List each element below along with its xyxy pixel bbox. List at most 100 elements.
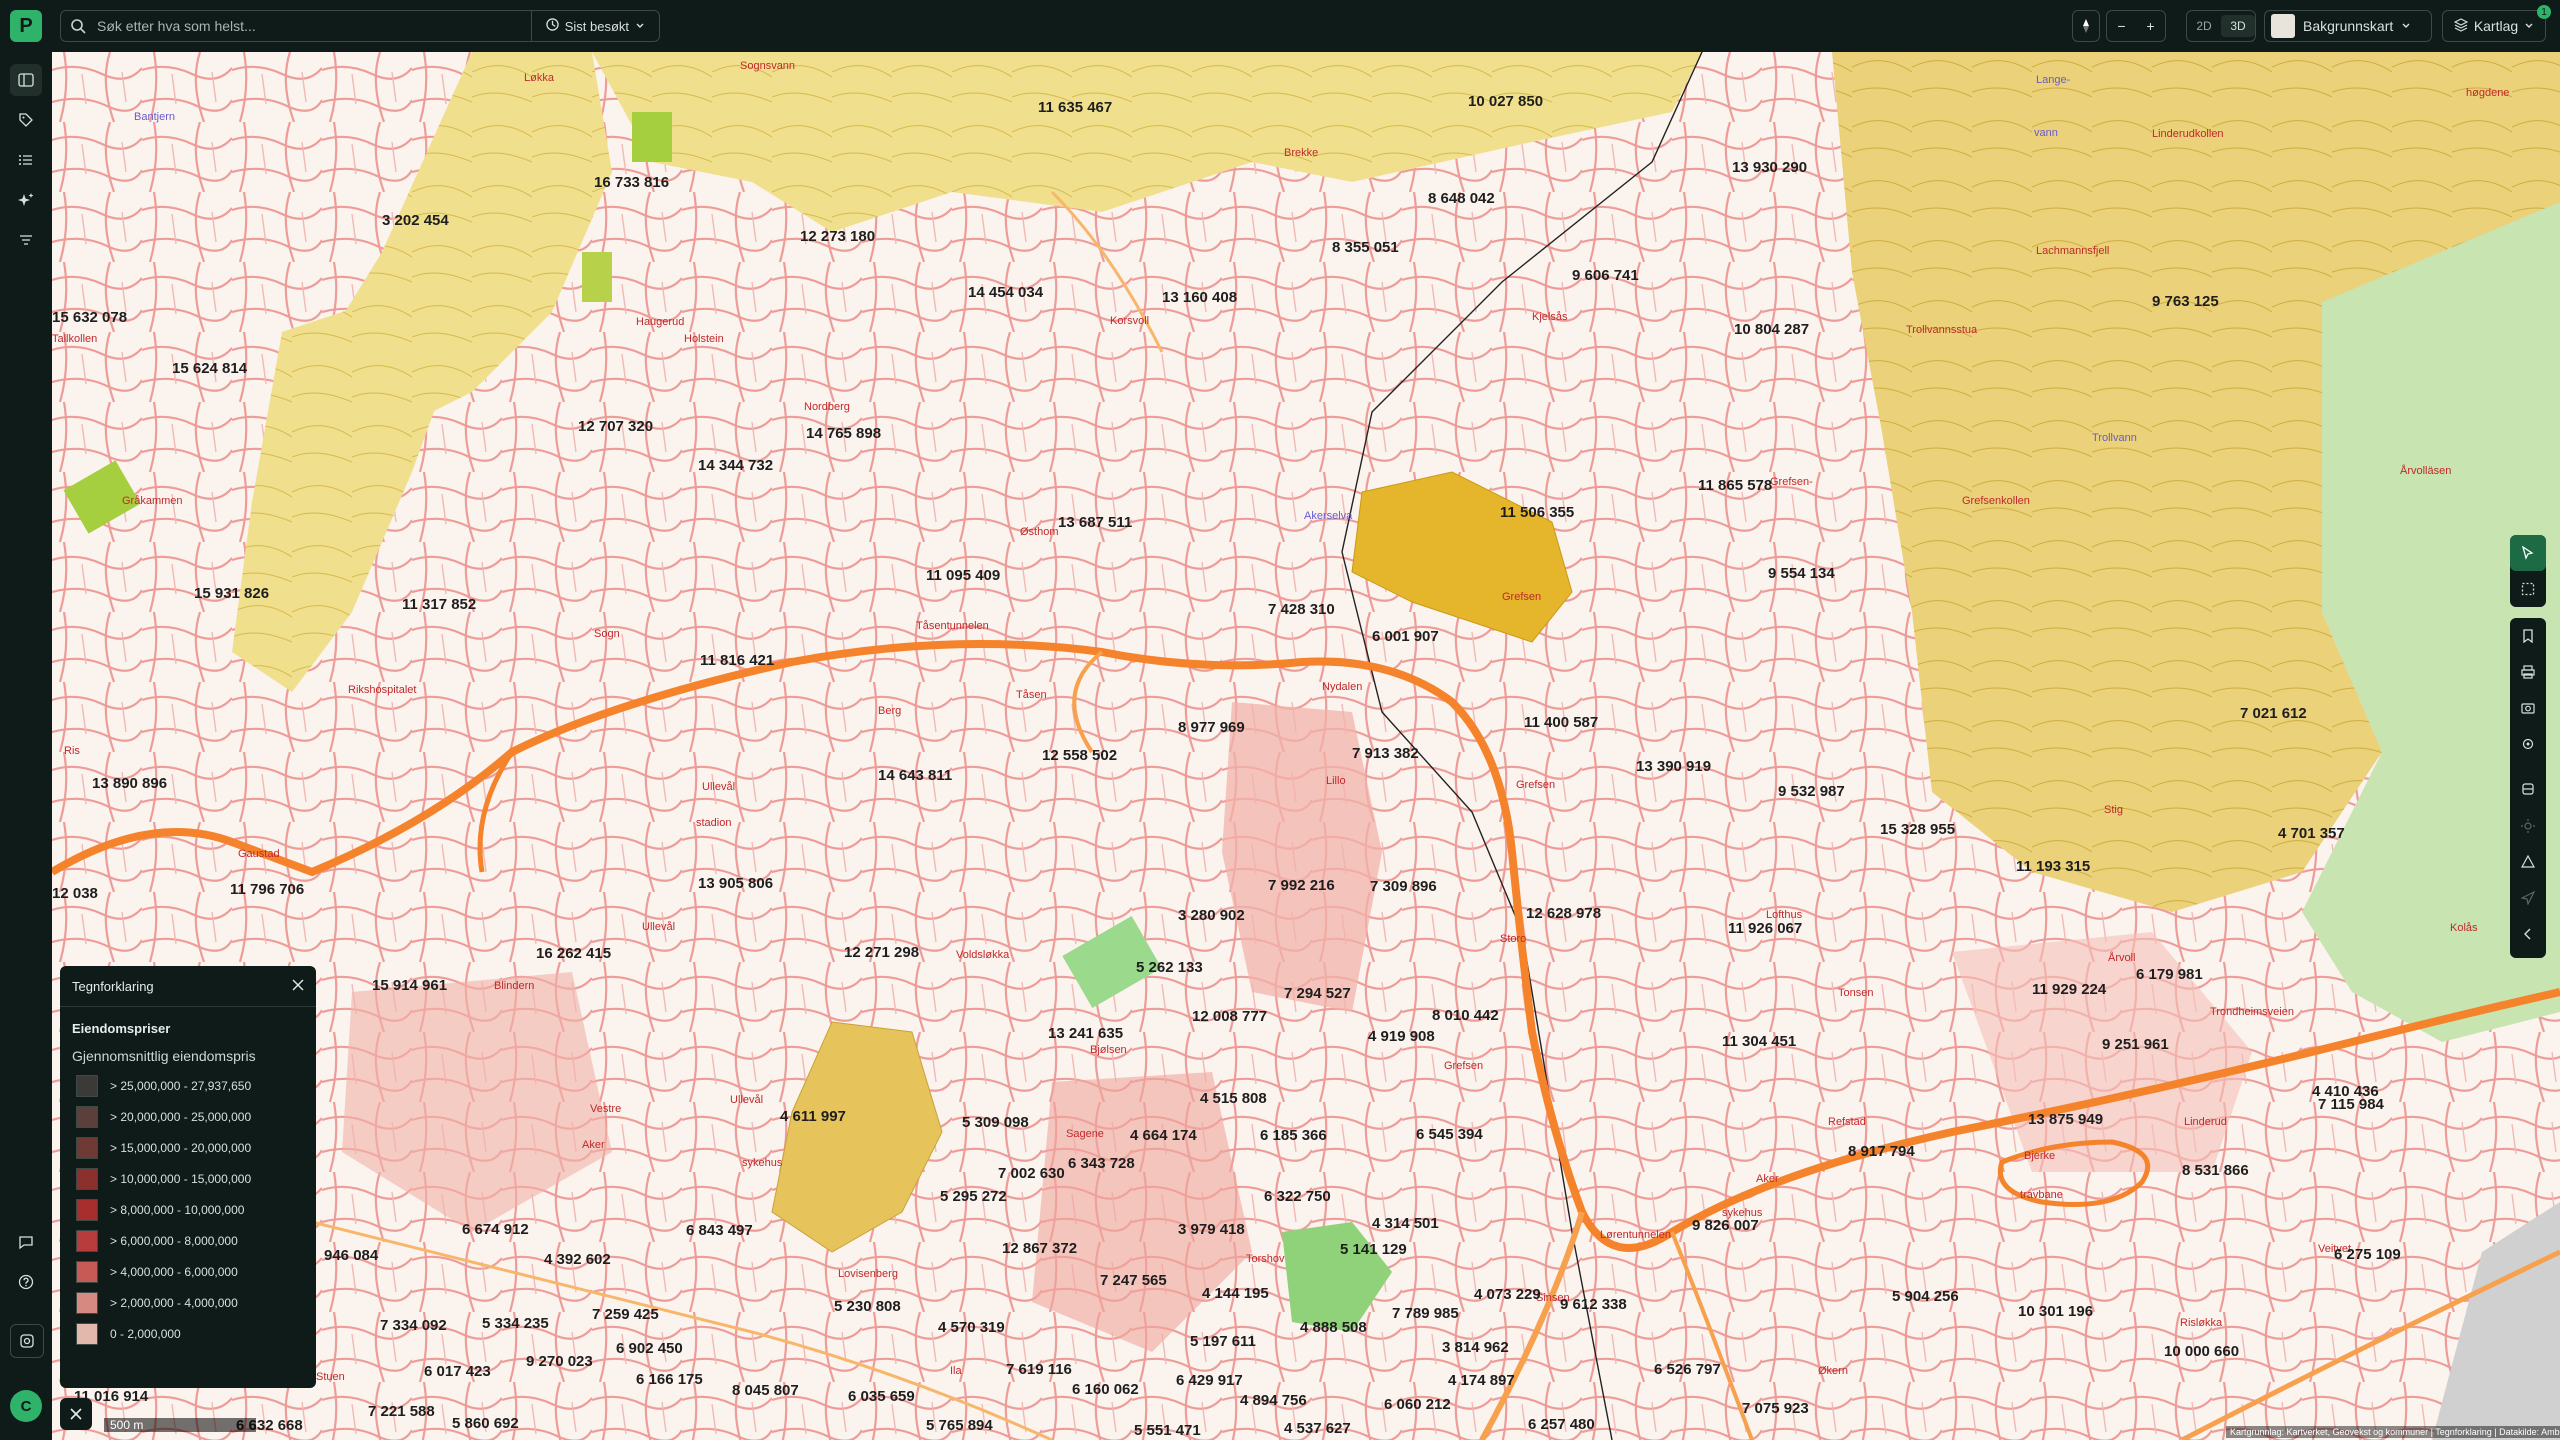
price-label[interactable]: 4 664 174 xyxy=(1130,1127,1197,1144)
price-label[interactable]: 4 894 756 xyxy=(1240,1392,1307,1409)
layers-dropdown[interactable]: Kartlag 1 xyxy=(2442,5,2551,42)
price-label[interactable]: 5 262 133 xyxy=(1136,959,1203,976)
price-label[interactable]: 8 010 442 xyxy=(1432,1007,1499,1024)
price-label[interactable]: 4 570 319 xyxy=(938,1319,1005,1336)
price-label[interactable]: 12 707 320 xyxy=(578,418,653,435)
search-input[interactable] xyxy=(95,17,531,35)
price-label[interactable]: 6 166 175 xyxy=(636,1371,703,1388)
price-label[interactable]: 14 765 898 xyxy=(806,425,881,442)
price-label[interactable]: 8 355 051 xyxy=(1332,239,1399,256)
price-label[interactable]: 12 558 502 xyxy=(1042,747,1117,764)
price-label[interactable]: 946 084 xyxy=(324,1247,378,1264)
price-label[interactable]: 13 875 949 xyxy=(2028,1111,2103,1128)
price-label[interactable]: 5 860 692 xyxy=(452,1415,519,1432)
price-label[interactable]: 10 804 287 xyxy=(1734,321,1809,338)
close-scale-button[interactable] xyxy=(60,1398,92,1430)
price-label[interactable]: 6 035 659 xyxy=(848,1388,915,1405)
price-label[interactable]: 9 270 023 xyxy=(526,1353,593,1370)
price-label[interactable]: 6 343 728 xyxy=(1068,1155,1135,1172)
settings-button[interactable] xyxy=(10,1324,44,1358)
price-label[interactable]: 5 295 272 xyxy=(940,1188,1007,1205)
locate-button[interactable] xyxy=(2510,726,2546,762)
price-label[interactable]: 8 977 969 xyxy=(1178,719,1245,736)
price-label[interactable]: 6 322 750 xyxy=(1264,1188,1331,1205)
price-label[interactable]: 9 763 125 xyxy=(2152,293,2219,310)
map-canvas[interactable]: Løkka Sognsvann Bantjern Lange-vann Linderud… xyxy=(52,52,2560,1440)
price-label[interactable]: 9 532 987 xyxy=(1778,783,1845,800)
price-label[interactable]: 4 174 897 xyxy=(1448,1372,1515,1389)
price-label[interactable]: 11 816 421 xyxy=(700,652,774,669)
user-avatar[interactable]: C xyxy=(10,1390,42,1422)
price-label[interactable]: 5 334 235 xyxy=(482,1315,549,1332)
price-label[interactable]: 13 390 919 xyxy=(1636,758,1711,775)
price-label[interactable]: 13 930 290 xyxy=(1732,159,1807,176)
close-icon[interactable] xyxy=(292,979,304,994)
price-label[interactable]: 9 612 338 xyxy=(1560,1296,1627,1313)
sun-button[interactable] xyxy=(2510,808,2546,844)
price-label[interactable]: 9 554 134 xyxy=(1768,565,1835,582)
app-logo[interactable]: P xyxy=(10,10,42,42)
compass-button[interactable] xyxy=(2072,10,2100,42)
price-label[interactable]: 7 247 565 xyxy=(1100,1272,1167,1289)
price-label[interactable]: 15 328 955 xyxy=(1880,821,1955,838)
price-label[interactable]: 11 095 409 xyxy=(926,567,1000,584)
price-label[interactable]: 13 890 896 xyxy=(92,775,167,792)
price-label[interactable]: 14 344 732 xyxy=(698,457,773,474)
price-label[interactable]: 7 115 984 xyxy=(2318,1096,2384,1113)
basemap-dropdown[interactable]: Bakgrunnskart xyxy=(2264,10,2432,42)
price-label[interactable]: 5 309 098 xyxy=(962,1114,1029,1131)
price-label[interactable]: 5 765 894 xyxy=(926,1417,993,1434)
price-label[interactable]: 6 902 450 xyxy=(616,1340,683,1357)
price-label[interactable]: 14 643 811 xyxy=(878,767,952,784)
print-button[interactable] xyxy=(2510,654,2546,690)
price-label[interactable]: 5 551 471 xyxy=(1134,1422,1201,1439)
price-label[interactable]: 11 865 578 xyxy=(1698,477,1772,494)
price-label[interactable]: 12 038 xyxy=(52,885,98,902)
price-label[interactable]: 6 545 394 xyxy=(1416,1126,1483,1143)
price-label[interactable]: 8 045 807 xyxy=(732,1382,799,1399)
price-label[interactable]: 3 202 454 xyxy=(382,212,449,229)
ai-button[interactable] xyxy=(10,184,42,216)
price-label[interactable]: 7 334 092 xyxy=(380,1317,447,1334)
select-tool-button[interactable] xyxy=(2510,535,2546,571)
mode-2d-button[interactable]: 2D xyxy=(2187,19,2221,33)
price-label[interactable]: 12 867 372 xyxy=(1002,1240,1077,1257)
price-label[interactable]: 5 197 611 xyxy=(1190,1333,1256,1350)
price-label[interactable]: 11 926 067 xyxy=(1728,920,1802,937)
price-label[interactable]: 7 913 382 xyxy=(1352,745,1419,762)
price-label[interactable]: 10 301 196 xyxy=(2018,1303,2093,1320)
recent-dropdown[interactable]: Sist besøkt xyxy=(530,11,659,41)
price-label[interactable]: 13 905 806 xyxy=(698,875,773,892)
price-label[interactable]: 12 628 978 xyxy=(1526,905,1601,922)
screenshot-button[interactable] xyxy=(2510,690,2546,726)
price-label[interactable]: 7 294 527 xyxy=(1284,985,1351,1002)
price-label[interactable]: 5 230 808 xyxy=(834,1298,901,1315)
price-label[interactable]: 11 400 587 xyxy=(1524,714,1598,731)
price-label[interactable]: 12 273 180 xyxy=(800,228,875,245)
vehicle-button[interactable] xyxy=(2510,772,2546,808)
price-label[interactable]: 6 060 212 xyxy=(1384,1396,1451,1413)
price-label[interactable]: 13 687 511 xyxy=(1058,514,1132,531)
area-select-button[interactable] xyxy=(2510,571,2546,607)
price-label[interactable]: 4 888 508 xyxy=(1300,1319,1367,1336)
price-label[interactable]: 7 309 896 xyxy=(1370,878,1437,895)
filter-button[interactable] xyxy=(10,224,42,256)
price-label[interactable]: 12 271 298 xyxy=(844,944,919,961)
map-view-button[interactable] xyxy=(10,64,42,96)
price-label[interactable]: 4 515 808 xyxy=(1200,1090,1267,1107)
price-label[interactable]: 6 674 912 xyxy=(462,1221,529,1238)
price-label[interactable]: 7 428 310 xyxy=(1268,601,1335,618)
price-label[interactable]: 16 733 816 xyxy=(594,174,669,191)
price-label[interactable]: 4 701 357 xyxy=(2278,825,2345,842)
price-label[interactable]: 6 429 917 xyxy=(1176,1372,1243,1389)
price-label[interactable]: 5 141 129 xyxy=(1340,1241,1407,1258)
price-label[interactable]: 3 280 902 xyxy=(1178,907,1245,924)
price-label[interactable]: 11 929 224 xyxy=(2032,981,2106,998)
price-label[interactable]: 7 021 612 xyxy=(2240,705,2307,722)
price-label[interactable]: 6 843 497 xyxy=(686,1222,753,1239)
price-label[interactable]: 13 241 635 xyxy=(1048,1025,1123,1042)
price-label[interactable]: 6 526 797 xyxy=(1654,1361,1721,1378)
zoom-out-button[interactable]: − xyxy=(2107,18,2136,34)
price-label[interactable]: 11 304 451 xyxy=(1722,1033,1796,1050)
price-label[interactable]: 14 454 034 xyxy=(968,284,1043,301)
